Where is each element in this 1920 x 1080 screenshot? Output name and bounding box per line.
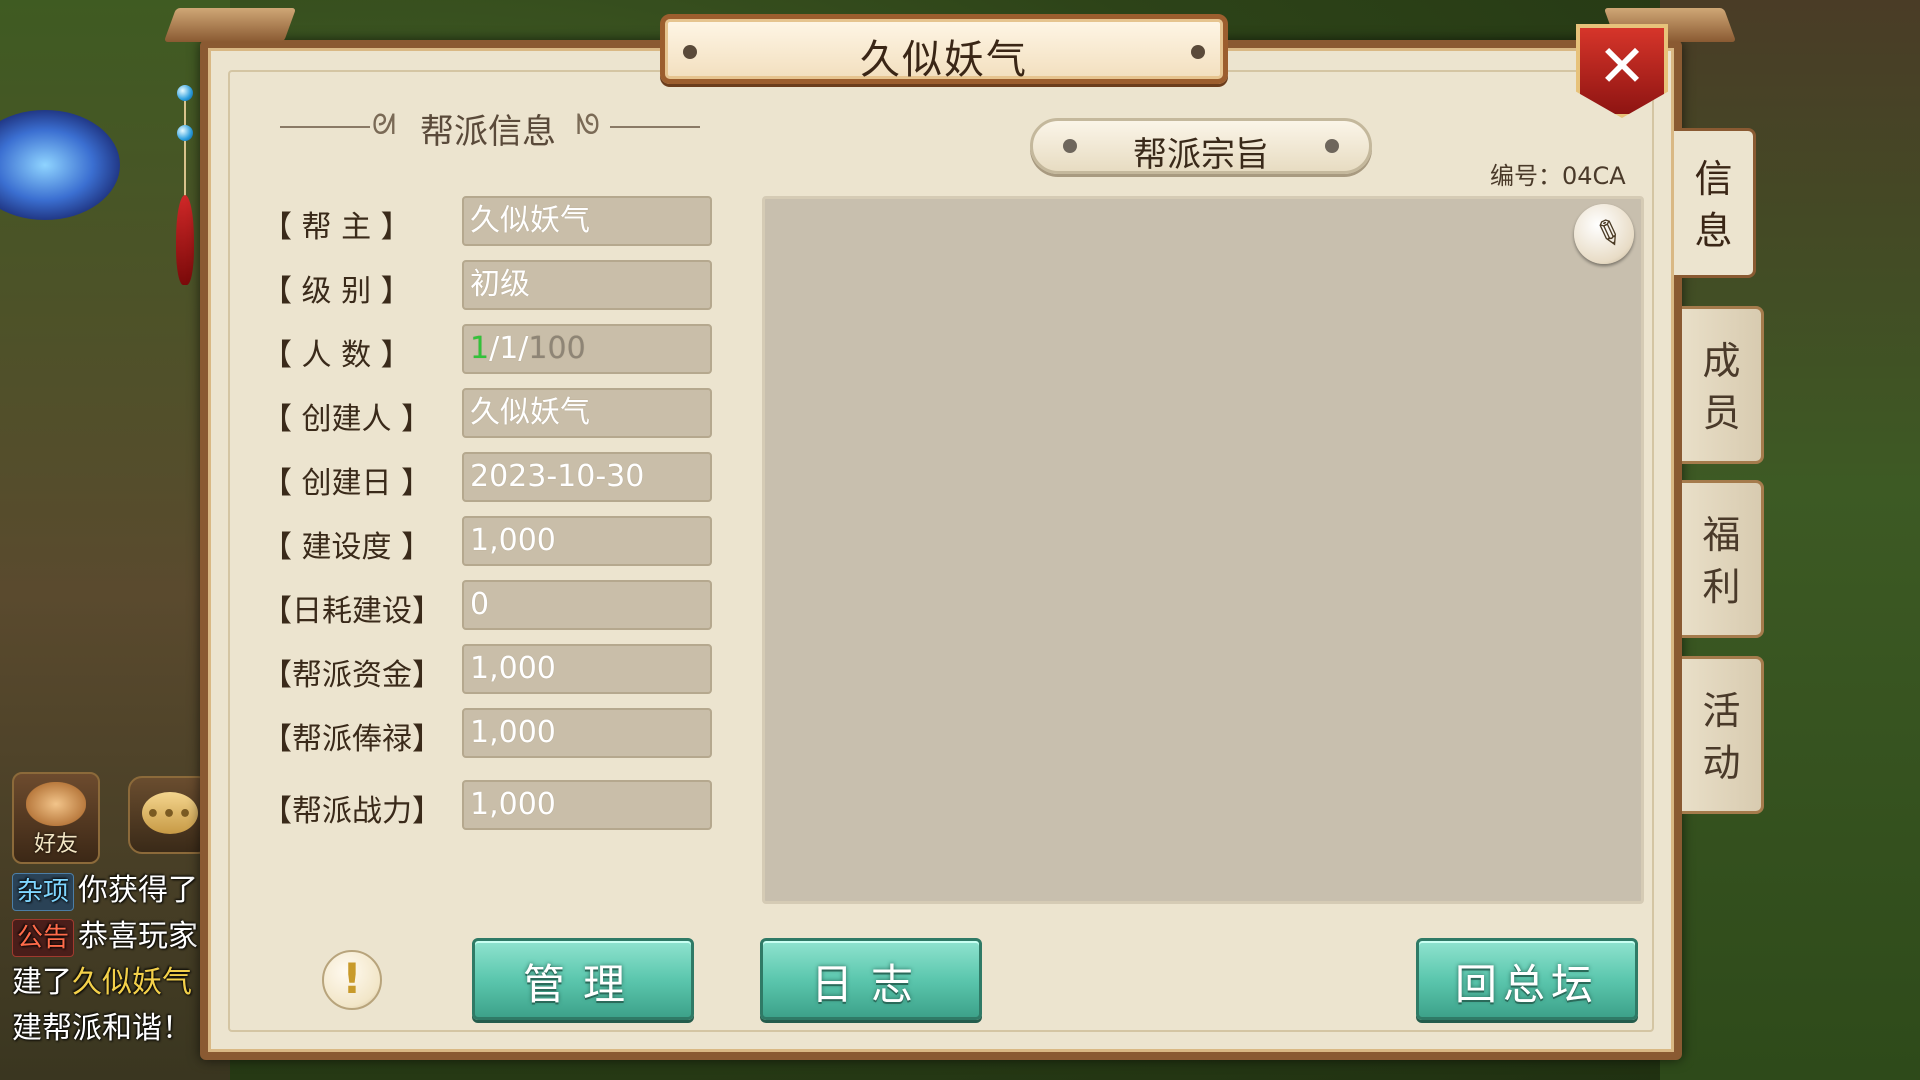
pencil-icon: ✎ [1588,210,1629,258]
panel-corner-ornament [163,8,297,42]
exclamation-icon: ! [342,954,362,1003]
leader-value: 久似妖气 [462,196,712,246]
chat-tag-misc: 杂项 [12,872,75,911]
handshake-icon [26,782,86,826]
help-button[interactable]: ! [322,950,382,1010]
window-title: 久似妖气 [860,37,1028,83]
title-plate: 久似妖气 [660,14,1228,84]
info-section-header: ᘛ 帮派信息 ᘚ [280,100,700,152]
friends-button[interactable]: 好友 [12,772,100,864]
created-date-value: 2023-10-30 [462,452,712,502]
chat-player-name[interactable]: 久似妖气 [72,965,192,1000]
online-count: 1 [470,331,490,366]
back-to-hall-button[interactable]: 回总坛 [1416,938,1638,1020]
guild-id: 编号：04CA [1490,162,1626,190]
creator-value: 久似妖气 [462,388,712,438]
tab-welfare[interactable]: 福 利 [1682,480,1764,638]
purpose-title: 帮派宗旨 [1133,135,1269,175]
construction-value: 1,000 [462,516,712,566]
tassel-ornament [172,85,198,285]
tab-activities[interactable]: 活 动 [1682,656,1764,814]
purpose-header: 帮派宗旨 [1030,118,1372,175]
level-value: 初级 [462,260,712,310]
tab-members[interactable]: 成 员 [1682,306,1764,464]
tab-info[interactable]: 信 息 [1674,128,1756,278]
manage-button[interactable]: 管理 [472,938,694,1020]
log-button[interactable]: 日志 [760,938,982,1020]
member-count-value: 1/1/100 [462,324,712,374]
salary-value: 1,000 [462,708,712,758]
current-count: 1 [499,331,519,366]
purpose-text-area [762,196,1644,904]
close-icon: ✕ [1597,32,1647,100]
power-value: 1,000 [462,780,712,830]
funds-value: 1,000 [462,644,712,694]
max-count: 100 [528,331,586,366]
info-section-title: 帮派信息 [420,112,556,152]
edit-purpose-button[interactable]: ✎ [1574,204,1634,264]
friends-label: 好友 [33,832,78,857]
daily-cost-value: 0 [462,580,712,630]
chat-tag-notice: 公告 [12,918,75,957]
